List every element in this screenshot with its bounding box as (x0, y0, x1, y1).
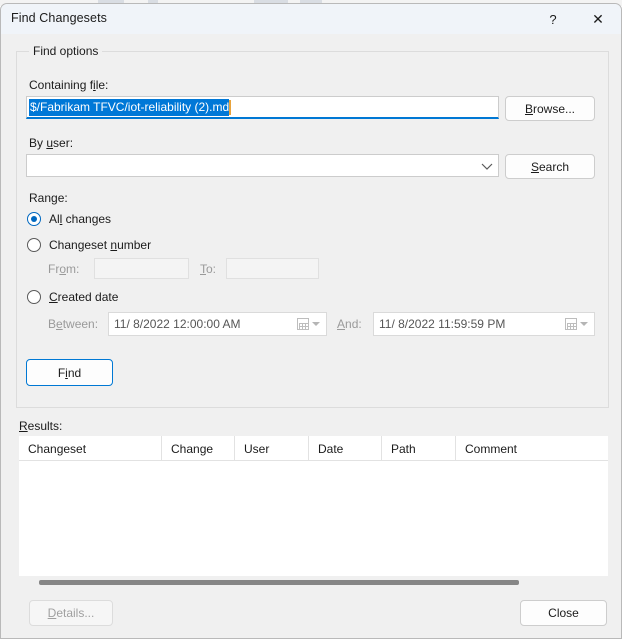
by-user-input[interactable] (30, 158, 476, 174)
text-caret (229, 99, 232, 115)
containing-file-label: Containing file: (29, 78, 109, 92)
results-label: Results: (19, 419, 63, 433)
between-date-value: 11/ 8/2022 12:00:00 AM (114, 317, 241, 331)
and-date-value: 11/ 8/2022 11:59:59 PM (379, 317, 506, 331)
column-header-date[interactable]: Date (309, 436, 382, 461)
changeset-to-input (226, 258, 319, 279)
column-header-path[interactable]: Path (382, 436, 456, 461)
dropdown-arrow-icon (579, 322, 588, 326)
dropdown-arrow-icon (311, 322, 320, 326)
find-options-legend: Find options (29, 44, 103, 58)
results-scrollbar-thumb[interactable] (39, 580, 519, 585)
radio-label-created-date: Created date (49, 290, 119, 304)
help-button[interactable]: ? (531, 4, 575, 34)
radio-label-all-changes: All changes (49, 212, 112, 226)
radio-created-date[interactable]: Created date (27, 290, 118, 304)
range-label: Range: (29, 191, 68, 205)
changeset-from-input (94, 258, 189, 279)
close-dialog-button[interactable]: Close (520, 600, 607, 626)
results-list[interactable]: Changeset Change User Date Path Comment (19, 436, 608, 576)
to-label: To: (200, 262, 217, 276)
chevron-down-icon[interactable] (481, 161, 493, 171)
radio-changeset-number[interactable]: Changeset number (27, 238, 151, 252)
and-label: And: (337, 317, 362, 331)
find-changesets-dialog: Find Changesets ? ✕ Find options Contain… (0, 3, 622, 639)
created-date-and-input: 11/ 8/2022 11:59:59 PM (373, 312, 595, 336)
details-button: Details... (29, 600, 113, 626)
window-title: Find Changesets (11, 11, 108, 25)
calendar-icon (296, 318, 309, 330)
column-header-comment[interactable]: Comment (456, 436, 608, 461)
close-x-icon: ✕ (592, 10, 604, 27)
results-table-header: Changeset Change User Date Path Comment (19, 436, 608, 461)
find-button[interactable]: Fi nd (26, 359, 113, 386)
title-bar: Find Changesets ? ✕ (1, 4, 621, 34)
radio-indicator-all-changes[interactable] (27, 212, 41, 226)
by-user-label: By user: (29, 136, 74, 150)
from-label: From: (48, 262, 80, 276)
created-date-between-input: 11/ 8/2022 12:00:00 AM (108, 312, 327, 336)
search-button[interactable]: Search (505, 154, 595, 179)
between-date-picker-button (292, 315, 324, 333)
results-table-body[interactable] (19, 461, 608, 576)
radio-all-changes[interactable]: All changes (27, 212, 111, 226)
column-header-changeset[interactable]: Changeset (19, 436, 162, 461)
browse-button[interactable]: Browse... (505, 96, 595, 121)
radio-indicator-changeset-number[interactable] (27, 238, 41, 252)
window-close-button[interactable]: ✕ (576, 4, 620, 34)
containing-file-input[interactable]: $/Fabrikam TFVC/iot-reliability (2).md (26, 96, 499, 119)
and-date-picker-button (560, 315, 592, 333)
containing-file-value: $/Fabrikam TFVC/iot-reliability (2).md (29, 98, 230, 116)
question-mark-icon: ? (549, 11, 557, 27)
radio-indicator-created-date[interactable] (27, 290, 41, 304)
column-header-change[interactable]: Change (162, 436, 235, 461)
calendar-icon (564, 318, 577, 330)
between-label: Between: (48, 317, 99, 331)
radio-label-changeset-number: Changeset number (49, 238, 152, 252)
column-header-user[interactable]: User (235, 436, 309, 461)
by-user-combobox[interactable] (26, 154, 499, 177)
